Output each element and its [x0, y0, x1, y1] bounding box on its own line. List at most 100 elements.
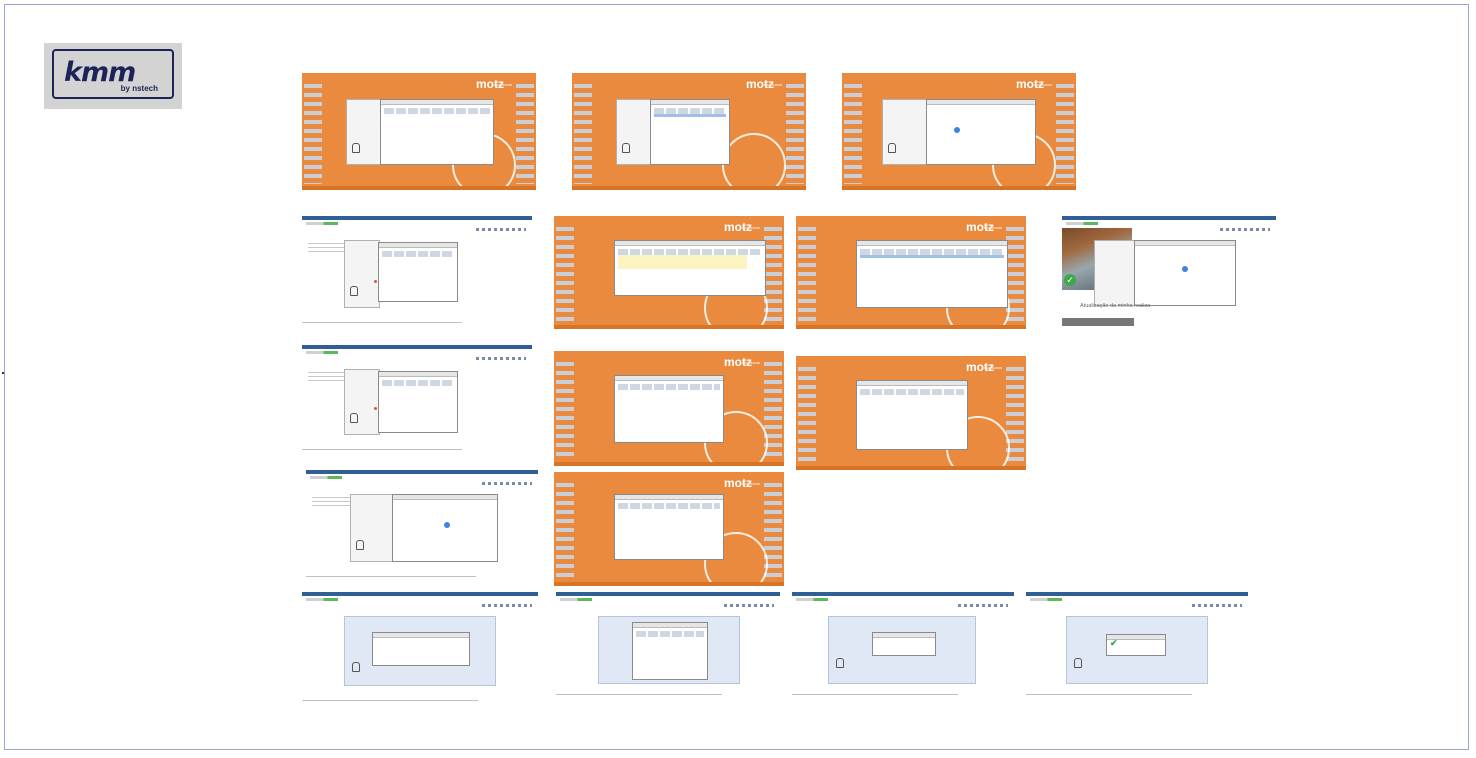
taskbar [554, 462, 784, 466]
screenshot-thumbnail[interactable] [302, 592, 538, 706]
user-icon [356, 540, 364, 550]
user-icon [888, 143, 896, 153]
desktop-icons-left [574, 79, 592, 184]
taskbar [572, 186, 806, 190]
app-tabs [796, 598, 828, 601]
user-icon [350, 413, 358, 423]
app-tabs [306, 351, 338, 354]
desktop-icons-left [304, 79, 322, 184]
desktop-icons-left [798, 362, 816, 464]
dialog-side-panel [1094, 240, 1136, 306]
screenshot-thumbnail[interactable]: motz sua fluxos [554, 472, 784, 586]
screenshot-thumbnail[interactable] [556, 592, 780, 704]
app-tabs [1030, 598, 1062, 601]
screenshot-thumbnail[interactable]: ✓ Atualização da minha realiza [1062, 216, 1276, 328]
taskbar [842, 186, 1076, 190]
taskbar [796, 466, 1026, 470]
app-header [306, 470, 538, 474]
app-toolbar [482, 482, 532, 485]
user-icon [350, 286, 358, 296]
desktop-icons-left [798, 222, 816, 323]
brand-subtitle: sua fluxos [984, 225, 1003, 230]
desktop-icons-right [516, 79, 534, 184]
taskbar [554, 582, 784, 586]
dialog-window [926, 99, 1036, 165]
status-red-icon [374, 407, 377, 410]
app-header [302, 592, 538, 596]
user-icon [836, 658, 844, 668]
dialog-side-panel [344, 240, 380, 308]
divider [306, 576, 476, 577]
brand-subtitle: sua fluxos [742, 225, 761, 230]
logo-border: kmm by nstech [52, 49, 174, 99]
dialog-side-panel [346, 99, 382, 165]
list-lines [308, 369, 348, 381]
screenshot-thumbnail[interactable]: ✔ [1026, 592, 1248, 704]
screenshot-thumbnail[interactable]: motz sua fluxos [554, 351, 784, 466]
divider [302, 449, 462, 450]
desktop-icons-right [1056, 79, 1074, 184]
photo-caption: Atualização da minha realiza [1080, 303, 1151, 309]
screenshot-thumbnail[interactable]: motz sua fluxos [554, 216, 784, 329]
desktop-icons-left [556, 222, 574, 323]
app-header [1062, 216, 1276, 220]
divider [556, 694, 722, 695]
kmm-logo: kmm by nstech [44, 43, 182, 109]
app-toolbar [1220, 228, 1270, 231]
desktop-icons-left [844, 79, 862, 184]
success-check-icon: ✔ [1110, 638, 1118, 648]
dialog-window [1134, 240, 1236, 306]
dialog-window [856, 380, 968, 450]
taskbar [302, 186, 536, 190]
desktop-icons-left [556, 478, 574, 580]
dialog-window [856, 240, 1008, 308]
status-indicator-icon [1182, 266, 1188, 272]
screenshot-thumbnail[interactable] [792, 592, 1014, 704]
app-header [1026, 592, 1248, 596]
screenshot-thumbnail[interactable]: motz sua fluxos [302, 73, 536, 190]
brand-subtitle: sua fluxos [742, 481, 761, 486]
user-icon [352, 143, 360, 153]
dialog-side-panel [344, 369, 380, 435]
status-indicator-icon [444, 522, 450, 528]
dialog-window [614, 375, 724, 443]
user-icon [352, 662, 360, 672]
screenshot-thumbnail[interactable]: motz sua fluxos [842, 73, 1076, 190]
app-header [556, 592, 780, 596]
app-tabs [306, 598, 338, 601]
list-lines [312, 494, 352, 506]
brand-subtitle: sua fluxos [494, 82, 513, 87]
app-toolbar [1192, 604, 1242, 607]
desktop-icons-right [786, 79, 804, 184]
check-icon: ✓ [1064, 274, 1076, 286]
screenshot-thumbnail[interactable]: motz sua fluxos [796, 216, 1026, 329]
app-header [302, 345, 532, 349]
app-header [792, 592, 1014, 596]
screenshot-thumbnail[interactable]: motz sua fluxos [796, 356, 1026, 470]
dialog-window [632, 622, 708, 680]
divider [792, 694, 958, 695]
app-toolbar [476, 228, 526, 231]
divider [1026, 694, 1192, 695]
dialog-side-panel [882, 99, 928, 165]
user-icon [1074, 658, 1082, 668]
dialog-window [872, 632, 936, 656]
screenshot-thumbnail[interactable] [302, 216, 532, 328]
dialog-window [392, 494, 498, 562]
status-indicator-icon [954, 127, 960, 133]
app-toolbar [724, 604, 774, 607]
edge-marker [2, 372, 4, 374]
decor-arc [722, 133, 786, 190]
divider [302, 322, 462, 323]
app-tabs [310, 476, 342, 479]
taskbar [554, 325, 784, 329]
dialog-side-panel [350, 494, 394, 562]
screenshot-thumbnail[interactable]: motz sua fluxos [572, 73, 806, 190]
app-tabs [306, 222, 338, 225]
screenshot-thumbnail[interactable] [302, 345, 532, 455]
list-lines [308, 240, 348, 252]
logo-byline: by nstech [120, 84, 158, 93]
taskbar [796, 325, 1026, 329]
screenshot-thumbnail[interactable] [306, 470, 538, 582]
dialog-side-panel [616, 99, 652, 165]
